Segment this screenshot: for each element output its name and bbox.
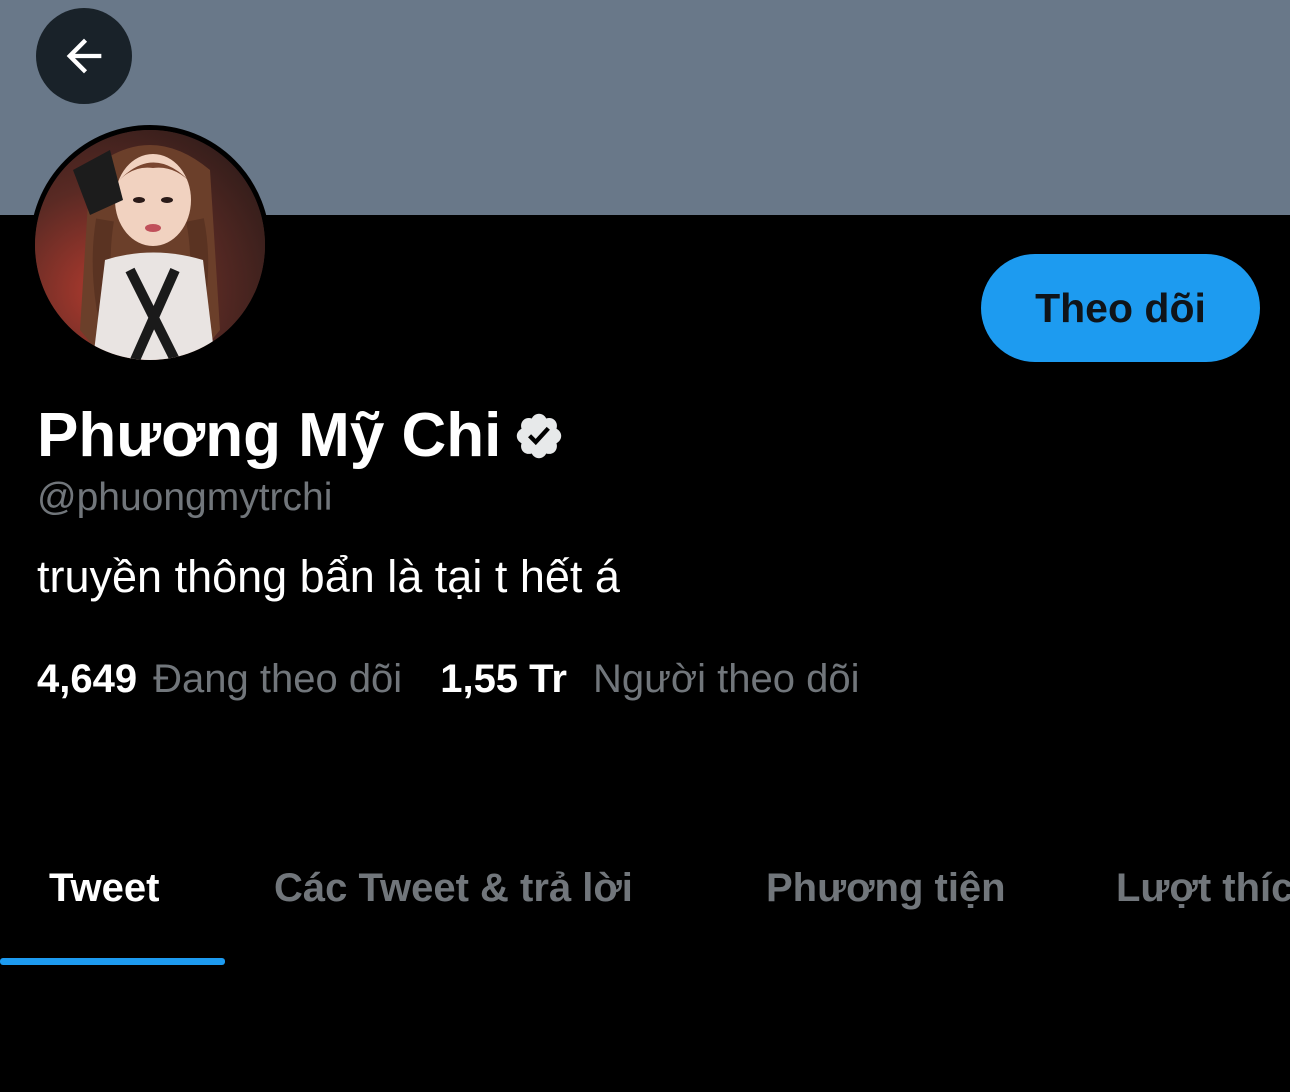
verified-badge-icon bbox=[517, 413, 562, 459]
followers-label: Người theo dõi bbox=[592, 657, 860, 701]
display-name: Phương Mỹ Chi bbox=[37, 401, 502, 470]
profile-name-row: Phương Mỹ Chi bbox=[37, 400, 565, 472]
followers-count: 1,55 Tr bbox=[440, 657, 567, 701]
following-label: Đang theo dõi bbox=[153, 657, 403, 701]
profile-tabs: Tweet Các Tweet & trả lời Phương tiện Lư… bbox=[0, 830, 1290, 966]
tab-tweets[interactable]: Tweet bbox=[49, 860, 159, 916]
back-button[interactable] bbox=[36, 8, 132, 104]
following-link[interactable]: 4,649 Đang theo dõi bbox=[37, 655, 402, 703]
following-count: 4,649 bbox=[37, 657, 138, 701]
user-handle: @phuongmytrchi bbox=[37, 476, 333, 519]
profile-bio: truyền thông bẩn là tại t hết á bbox=[37, 551, 620, 602]
follow-button[interactable]: Theo dõi bbox=[981, 254, 1260, 362]
tab-media[interactable]: Phương tiện bbox=[766, 860, 1006, 916]
followers-link[interactable]: 1,55 Tr Người theo dõi bbox=[440, 655, 859, 703]
arrow-left-icon bbox=[66, 38, 102, 74]
avatar[interactable] bbox=[30, 125, 270, 365]
follow-stats: 4,649 Đang theo dõi 1,55 Tr Người theo d… bbox=[37, 655, 859, 703]
tab-likes[interactable]: Lượt thích bbox=[1116, 860, 1290, 916]
active-tab-indicator bbox=[0, 958, 225, 965]
tab-tweets-replies[interactable]: Các Tweet & trả lời bbox=[274, 860, 633, 916]
